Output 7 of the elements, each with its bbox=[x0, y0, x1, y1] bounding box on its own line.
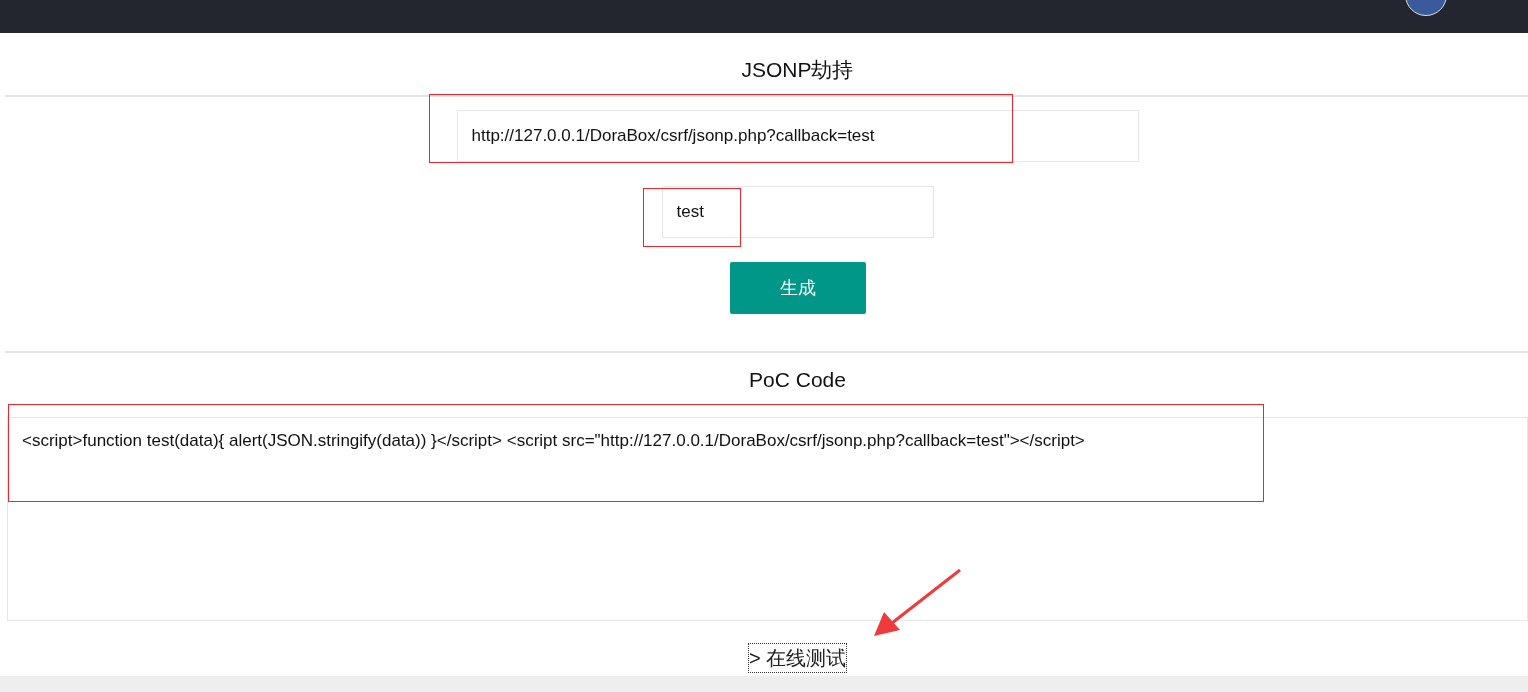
section-title: PoC Code bbox=[748, 367, 847, 393]
code-area[interactable]: <script>function test(data){ alert(JSON.stringify(data)) }</script> <script src="http://127.0.0.1/DoraBox/csrf/jsonp.php?callback=test"></script> bbox=[7, 417, 1528, 621]
section-title: JSONP劫持 bbox=[740, 57, 855, 83]
callback-field[interactable]: test bbox=[661, 186, 934, 238]
generate-button[interactable]: 生成 bbox=[729, 262, 866, 314]
test-link[interactable]: > 在线测试 bbox=[748, 644, 847, 672]
url-field[interactable]: http://127.0.0.1/DoraBox/csrf/jsonp.php?callback=test bbox=[456, 110, 1139, 162]
